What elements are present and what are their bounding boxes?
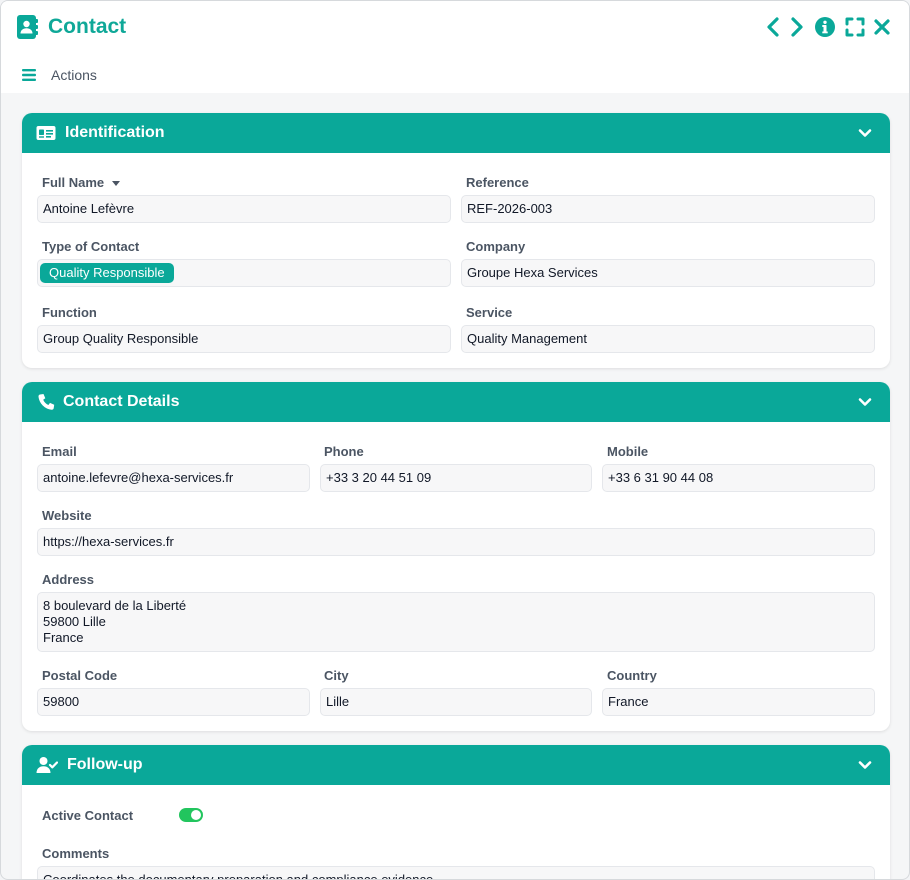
expand-icon bbox=[845, 17, 865, 37]
service-label: Service bbox=[466, 305, 513, 320]
company-field[interactable]: Groupe Hexa Services bbox=[461, 259, 875, 287]
fullscreen-button[interactable] bbox=[843, 15, 867, 39]
active-contact-toggle[interactable] bbox=[179, 808, 203, 822]
identification-card: Identification Full Name Antoine Lefèvre… bbox=[22, 113, 890, 368]
comments-label: Comments bbox=[42, 846, 110, 861]
type-of-contact-label: Type of Contact bbox=[42, 239, 140, 254]
full-name-label: Full Name bbox=[42, 175, 121, 191]
contact-book-icon bbox=[17, 15, 38, 39]
country-field[interactable]: France bbox=[602, 688, 875, 716]
close-button[interactable] bbox=[870, 15, 894, 39]
type-of-contact-field[interactable]: Quality Responsible bbox=[37, 259, 451, 287]
page-title: Contact bbox=[48, 15, 127, 38]
type-of-contact-chip[interactable]: Quality Responsible bbox=[40, 263, 174, 283]
address-label: Address bbox=[42, 572, 95, 587]
mobile-label: Mobile bbox=[607, 444, 649, 459]
window-header: Contact Actions bbox=[1, 1, 909, 93]
contact-details-title: Contact Details bbox=[63, 393, 180, 410]
follow-up-card: Follow-up Active Contact Comments Coordi… bbox=[22, 745, 890, 879]
function-label: Function bbox=[42, 305, 97, 320]
contact-details-header[interactable]: Contact Details bbox=[22, 382, 890, 422]
city-label: City bbox=[324, 668, 349, 683]
chevron-down-icon[interactable] bbox=[858, 126, 872, 140]
info-icon bbox=[815, 17, 835, 37]
address-field[interactable]: 8 boulevard de la Liberté 59800 Lille Fr… bbox=[37, 592, 875, 652]
reference-field[interactable]: REF-2026-003 bbox=[461, 195, 875, 223]
contact-details-card: Contact Details Email antoine.lefevre@he… bbox=[22, 382, 890, 731]
identification-title: Identification bbox=[65, 124, 165, 141]
phone-icon bbox=[38, 394, 55, 410]
country-label: Country bbox=[607, 668, 657, 683]
postal-code-label: Postal Code bbox=[42, 668, 118, 683]
chevron-left-icon bbox=[767, 17, 779, 37]
postal-code-field[interactable]: 59800 bbox=[37, 688, 310, 716]
full-name-field[interactable]: Antoine Lefèvre bbox=[37, 195, 451, 223]
website-field[interactable]: https://hexa-services.fr bbox=[37, 528, 875, 556]
reference-label: Reference bbox=[466, 175, 529, 190]
follow-up-title: Follow-up bbox=[67, 756, 143, 773]
phone-field[interactable]: +33 3 20 44 51 09 bbox=[320, 464, 592, 492]
active-contact-label: Active Contact bbox=[42, 808, 134, 823]
email-field[interactable]: antoine.lefevre@hexa-services.fr bbox=[37, 464, 310, 492]
full-name-label-text: Full Name bbox=[42, 175, 105, 190]
id-card-icon bbox=[36, 126, 56, 140]
email-label: Email bbox=[42, 444, 77, 459]
info-button[interactable] bbox=[813, 15, 837, 39]
city-field[interactable]: Lille bbox=[320, 688, 592, 716]
hamburger-menu-icon[interactable] bbox=[22, 69, 36, 81]
mobile-field[interactable]: +33 6 31 90 44 08 bbox=[602, 464, 875, 492]
user-check-icon bbox=[36, 757, 58, 773]
sort-caret-icon[interactable] bbox=[112, 181, 121, 187]
website-label: Website bbox=[42, 508, 92, 523]
identification-header[interactable]: Identification bbox=[22, 113, 890, 153]
company-label: Company bbox=[466, 239, 526, 254]
chevron-down-icon[interactable] bbox=[858, 758, 872, 772]
previous-button[interactable] bbox=[761, 15, 785, 39]
contact-window: Contact Actions Identification Full Name… bbox=[0, 0, 910, 880]
function-field[interactable]: Group Quality Responsible bbox=[37, 325, 451, 353]
actions-menu[interactable]: Actions bbox=[51, 67, 97, 83]
service-field[interactable]: Quality Management bbox=[461, 325, 875, 353]
comments-field[interactable]: Coordinates the documentary preparation … bbox=[37, 866, 875, 879]
phone-label: Phone bbox=[324, 444, 364, 459]
chevron-down-icon[interactable] bbox=[858, 395, 872, 409]
close-icon bbox=[874, 19, 890, 35]
next-button[interactable] bbox=[785, 15, 809, 39]
follow-up-header[interactable]: Follow-up bbox=[22, 745, 890, 785]
chevron-right-icon bbox=[791, 17, 803, 37]
